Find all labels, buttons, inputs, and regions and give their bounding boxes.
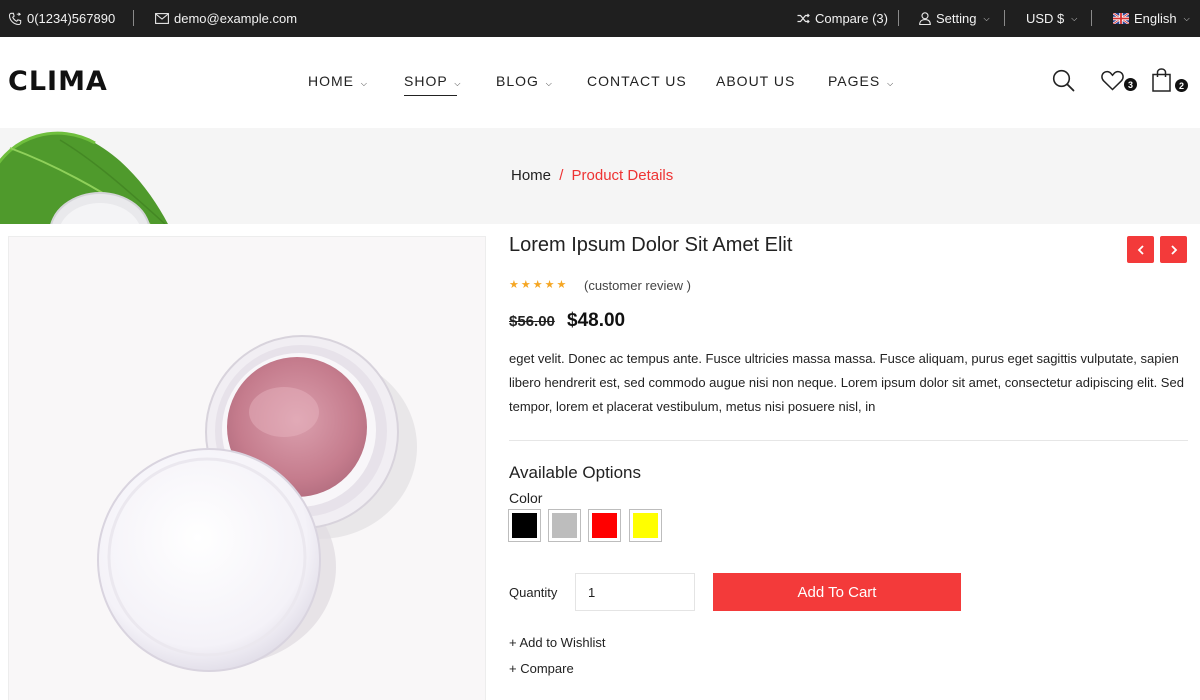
email-contact[interactable]: demo@example.com [155,0,297,37]
color-swatch-black[interactable] [508,509,541,542]
chevron-down-icon: ⌵ [454,79,462,88]
top-bar: 0(1234)567890 demo@example.com Compare (… [0,0,1200,37]
compare-link[interactable]: Compare (3) [797,0,888,37]
cart-button[interactable]: 2 [1152,68,1192,94]
phone-contact[interactable]: 0(1234)567890 [8,0,115,37]
nav-item-shop[interactable]: SHOP ⌵ [404,73,462,96]
add-to-cart-button[interactable]: Add To Cart [713,573,961,611]
product-photo [97,335,417,672]
compare-product-link[interactable]: + Compare [509,661,574,676]
language-dropdown[interactable]: English ⌵ [1113,0,1190,37]
setting-dropdown[interactable]: Setting ⌵ [919,0,990,37]
nav-item-contact-us[interactable]: CONTACT US [587,73,687,89]
breadcrumb: Home / Product Details [511,167,673,184]
color-swatch-gray[interactable] [548,509,581,542]
customer-review-link[interactable]: (customer review ) [584,278,691,293]
user-icon [919,12,931,25]
product-title: Lorem Ipsum Dolor Sit Amet Elit [509,234,793,256]
currency-label: USD $ [1026,11,1065,26]
breadcrumb-home-link[interactable]: Home [511,167,551,184]
shuffle-icon [797,13,810,24]
next-product-button[interactable] [1160,236,1187,263]
currency-dropdown[interactable]: USD $ ⌵ [1026,0,1077,37]
bag-icon [1152,68,1171,96]
color-swatch-red[interactable] [588,509,621,542]
breadcrumb-current: Product Details [571,167,674,184]
chevron-down-icon: ⌵ [1183,13,1190,23]
quantity-input[interactable] [575,573,695,611]
nav-label: CONTACT US [587,73,687,89]
current-price: $48.00 [567,310,626,331]
old-price: $56.00 [509,313,555,330]
phone-icon [8,11,22,26]
product-description: eget velit. Donec ac tempus ante. Fusce … [509,351,1184,414]
phone-number: 0(1234)567890 [27,11,116,26]
site-logo[interactable]: CLIMA [8,66,108,97]
nav-item-about-us[interactable]: ABOUT US [716,73,795,89]
topbar-divider [898,10,899,26]
nav-item-pages[interactable]: PAGES ⌵ [828,73,894,89]
product-image[interactable] [8,236,486,700]
main-header: CLIMA HOME ⌵ SHOP ⌵ BLOG ⌵ CONTACT US AB… [0,37,1200,128]
mail-icon [155,13,169,24]
nav-label: BLOG [496,73,539,89]
topbar-divider [133,10,134,26]
nav-item-blog[interactable]: BLOG ⌵ [496,73,553,89]
chevron-down-icon: ⌵ [360,79,368,88]
wishlist-button[interactable]: 3 [1101,70,1141,94]
chevron-down-icon: ⌵ [545,79,553,88]
wishlist-count-badge: 3 [1124,78,1137,91]
topbar-divider [1004,10,1005,26]
chevron-left-icon [1137,242,1145,258]
compare-label: Compare (3) [815,11,888,26]
nav-label: SHOP [404,73,448,89]
nav-label: PAGES [828,73,881,89]
options-heading: Available Options [509,463,641,482]
color-swatch-yellow[interactable] [629,509,662,542]
chevron-down-icon: ⌵ [887,79,895,88]
topbar-divider [1091,10,1092,26]
heart-icon [1101,70,1124,95]
add-to-wishlist-link[interactable]: + Add to Wishlist [509,635,605,650]
breadcrumb-section: Home / Product Details [0,128,1200,224]
leaf-decoration [0,131,168,224]
email-address: demo@example.com [174,11,298,26]
prev-product-button[interactable] [1127,236,1154,263]
cart-count-badge: 2 [1175,79,1188,92]
quantity-label: Quantity [509,585,558,600]
setting-label: Setting [936,11,977,26]
chevron-right-icon [1170,242,1178,258]
section-divider [509,440,1188,441]
nav-label: HOME [308,73,354,89]
search-icon[interactable] [1052,69,1075,97]
chevron-down-icon: ⌵ [983,13,990,23]
color-label: Color [509,490,543,506]
rating-stars: ★★★★★ [509,279,569,291]
chevron-down-icon: ⌵ [1071,13,1078,23]
nav-label: ABOUT US [716,73,796,89]
nav-item-home[interactable]: HOME ⌵ [308,73,368,89]
breadcrumb-separator: / [559,167,564,184]
uk-flag-icon [1113,13,1129,24]
language-label: English [1134,11,1177,26]
